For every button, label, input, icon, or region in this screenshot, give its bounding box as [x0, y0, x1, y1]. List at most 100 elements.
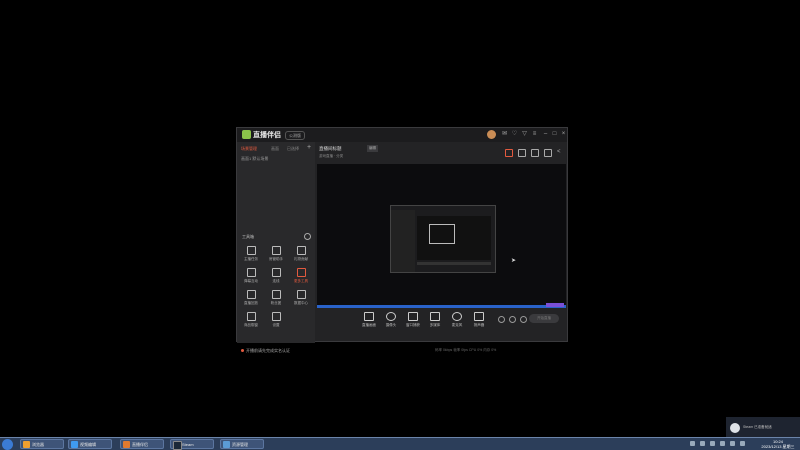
ctrl-window[interactable]: 窗口捕获	[401, 312, 425, 328]
settings-icon	[271, 312, 281, 321]
nested-panel	[391, 210, 415, 272]
taskbar-clock[interactable]: 10:24 2023/12/13 星期三	[760, 439, 796, 449]
start-live-button[interactable]: 开始直播	[529, 314, 559, 323]
live-companion-window: 直播伴侣 公测版 ✉ ♡ ▽ ≡ – □ × 场景管理 画面 已选择 + 画面1…	[236, 127, 568, 353]
stream-preview[interactable]: ➤	[317, 164, 566, 307]
mic-icon	[452, 312, 462, 321]
steam-notification-text: Steam 已准备就绪	[743, 425, 772, 429]
chat-icon	[246, 268, 256, 277]
shop-icon	[246, 312, 256, 321]
refresh-icon[interactable]	[304, 233, 311, 240]
bottom-note[interactable]: 开播前请先完成实名认证	[241, 348, 290, 354]
tool-gift[interactable]: 礼物贡献	[290, 246, 312, 264]
media-icon	[430, 312, 440, 321]
maximize-icon[interactable]: □	[551, 131, 558, 138]
tool-replay[interactable]: 直播回放	[240, 290, 262, 308]
menu-icon[interactable]: ≡	[531, 131, 538, 138]
tool-chat[interactable]: 弹幕互动	[240, 268, 262, 286]
folder-icon	[223, 441, 230, 448]
effects-icon[interactable]	[498, 316, 505, 323]
version-badge[interactable]: 公测版	[285, 131, 305, 140]
app-title: 直播伴侣	[253, 132, 281, 139]
editor-icon	[71, 441, 78, 448]
nested-controls	[417, 262, 491, 265]
tray-icon[interactable]	[720, 441, 725, 446]
room-subtitle: 游戏直播 · 分类	[319, 154, 344, 158]
status-bar: 码率 0kbps 帧率 0fps CPU 0% 内存 0%	[435, 348, 497, 352]
ctrl-screen[interactable]: 直播画面	[357, 312, 381, 328]
tray-icon[interactable]	[710, 441, 715, 446]
tool-task[interactable]: 主播任务	[240, 246, 262, 264]
scene-item[interactable]: 画面1 默认场景	[241, 156, 268, 162]
preview-tray	[546, 303, 564, 307]
tool-data[interactable]: 数据中心	[290, 290, 312, 308]
preview-taskbar	[317, 303, 566, 308]
ctrl-camera[interactable]: 摄像头	[379, 312, 403, 328]
nested-screen	[417, 216, 491, 260]
fans-icon	[271, 290, 281, 299]
gear-icon[interactable]	[520, 316, 527, 323]
cursor-icon: ➤	[511, 258, 517, 264]
room-edit-tag[interactable]: 编辑	[367, 145, 378, 152]
tool-more[interactable]: 更多工具	[290, 268, 312, 286]
window-icon	[408, 312, 418, 321]
admin-icon	[271, 246, 281, 255]
screen-icon	[364, 312, 374, 321]
heart-icon[interactable]: ♡	[511, 131, 518, 138]
start-button[interactable]	[2, 439, 13, 450]
speaker-icon	[474, 312, 484, 321]
record-icon[interactable]	[505, 149, 513, 157]
ctrl-speaker[interactable]: 扬声器	[467, 312, 491, 328]
volume-icon[interactable]	[740, 441, 745, 446]
tool-settings[interactable]: 设置	[265, 312, 287, 330]
taskbar-item-editor[interactable]: 视频编辑	[68, 439, 112, 449]
window-icon[interactable]	[518, 149, 526, 157]
main-area: 直播间标题 编辑 游戏直播 · 分类 < ➤ 直播画面 摄像头 窗口捕获 多媒体…	[315, 142, 567, 352]
taskbar-item-live[interactable]: 直播伴侣	[120, 439, 164, 449]
tool-shop[interactable]: 商品橱窗	[240, 312, 262, 330]
tab-scene[interactable]: 场景管理	[241, 146, 257, 152]
gift-icon	[296, 246, 306, 255]
ctrl-media[interactable]: 多媒体	[423, 312, 447, 328]
tab-screen[interactable]: 画面	[271, 146, 279, 152]
steam-icon	[730, 423, 740, 433]
alert-dot-icon	[241, 349, 244, 352]
add-scene-icon[interactable]: +	[307, 144, 311, 151]
task-icon	[246, 246, 256, 255]
network-icon[interactable]	[730, 441, 735, 446]
tool-fans[interactable]: 粉丝团	[265, 290, 287, 308]
camera-icon	[386, 312, 396, 321]
app-logo-icon	[242, 130, 251, 139]
shirt-icon[interactable]: ▽	[521, 131, 528, 138]
layout-icon[interactable]	[531, 149, 539, 157]
minimize-icon[interactable]: –	[542, 131, 549, 138]
taskbar-item-browser[interactable]: 浏览器	[20, 439, 64, 449]
tool-admin[interactable]: 房管助手	[265, 246, 287, 264]
tab-selected[interactable]: 已选择	[287, 146, 299, 152]
share-icon[interactable]: <	[557, 149, 563, 155]
taskbar: 浏览器 视频编辑 直播伴侣 Steam 资源管理 10:24 2023/12/1…	[0, 437, 800, 450]
taskbar-item-explorer[interactable]: 资源管理	[220, 439, 264, 449]
more-icon	[296, 268, 306, 277]
title-bar: 直播伴侣 公测版 ✉ ♡ ▽ ≡ – □ ×	[237, 128, 567, 142]
tray-icon[interactable]	[690, 441, 695, 446]
tray-icon[interactable]	[700, 441, 705, 446]
steam-icon	[173, 441, 182, 450]
steam-notification[interactable]: Steam 已准备就绪	[726, 417, 800, 439]
tools-title: 工具箱	[242, 234, 254, 239]
avatar[interactable]	[487, 130, 496, 139]
browser-icon	[23, 441, 30, 448]
bell-icon[interactable]	[544, 149, 552, 157]
left-panel: 场景管理 画面 已选择 + 画面1 默认场景 工具箱 主播任务 房管助手 礼物贡…	[237, 142, 315, 353]
ctrl-mic[interactable]: 麦克风	[445, 312, 469, 328]
close-icon[interactable]: ×	[560, 131, 567, 138]
nested-preview	[390, 205, 496, 273]
tool-link[interactable]: 连线	[265, 268, 287, 286]
replay-icon	[246, 290, 256, 299]
room-title: 直播间标题	[319, 146, 342, 151]
mail-icon[interactable]: ✉	[501, 131, 508, 138]
taskbar-item-steam[interactable]: Steam	[170, 439, 214, 450]
live-app-icon	[123, 441, 130, 448]
data-icon	[296, 290, 306, 299]
beauty-icon[interactable]	[509, 316, 516, 323]
